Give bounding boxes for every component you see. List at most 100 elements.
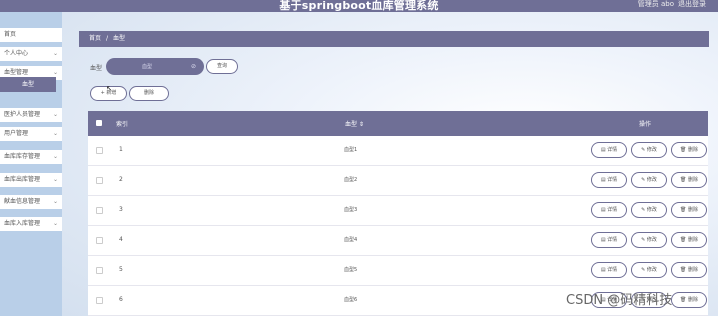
search-button[interactable]: 查询: [206, 59, 238, 74]
detail-button-label: 详情: [607, 177, 618, 183]
sidebar-item-label: 血库入库管理: [4, 220, 41, 227]
row-delete-button[interactable]: 🗑 删除: [671, 292, 707, 308]
edit-button[interactable]: ✎ 修改: [631, 202, 667, 218]
sidebar-item-label: 血型管理: [4, 69, 29, 76]
chevron-down-icon: ⌄: [52, 111, 58, 118]
row-index: 4: [119, 236, 123, 243]
table-row: 2 血型2 ▤ 详情 ✎ 修改 🗑 删除: [88, 166, 708, 196]
row-delete-button-label: 删除: [687, 237, 698, 243]
header-blood-type[interactable]: 血型 ⇕: [345, 119, 364, 128]
detail-button-label: 详情: [607, 237, 618, 243]
sidebar-item-label: 献血信息管理: [4, 198, 41, 205]
header-index: 索引: [116, 121, 129, 128]
row-delete-button[interactable]: 🗑 删除: [671, 232, 707, 248]
sidebar-item-label: 血库库存管理: [4, 153, 41, 160]
sidebar-item-label: 血库出库管理: [4, 176, 41, 183]
mouse-cursor-icon: ↖: [106, 84, 113, 93]
sidebar-subitem-blood-type[interactable]: 血型: [0, 77, 56, 92]
detail-button-label: 详情: [607, 267, 618, 273]
sidebar-item[interactable]: 医护人员管理 ⌄: [0, 108, 62, 122]
row-index: 5: [119, 266, 123, 273]
row-checkbox[interactable]: [96, 237, 103, 244]
sidebar-item[interactable]: 献血信息管理 ⌄: [0, 195, 62, 209]
row-blood-type: 血型1: [344, 147, 358, 153]
breadcrumb: 首页 / 血型: [79, 31, 709, 47]
chevron-down-icon: ⌄: [52, 220, 58, 227]
select-all-checkbox[interactable]: [96, 120, 102, 126]
sidebar-item[interactable]: 用户管理 ⌄: [0, 127, 62, 141]
row-index: 1: [119, 146, 123, 153]
sidebar-item[interactable]: 个人中心 ⌄: [0, 47, 62, 61]
search-input[interactable]: [106, 58, 204, 75]
edit-button[interactable]: ✎ 修改: [631, 172, 667, 188]
row-index: 6: [119, 296, 123, 303]
sidebar-item[interactable]: 血库出库管理 ⌄: [0, 173, 62, 187]
detail-button[interactable]: ▤ 详情: [591, 232, 627, 248]
row-checkbox[interactable]: [96, 177, 103, 184]
row-delete-button[interactable]: 🗑 删除: [671, 142, 707, 158]
search-label: 血型: [90, 65, 103, 72]
delete-icon: 🗑: [680, 177, 688, 183]
row-delete-button-label: 删除: [687, 177, 698, 183]
sidebar-item[interactable]: 首页: [0, 28, 62, 42]
edit-button-label: 修改: [646, 207, 657, 213]
table-row: 4 血型4 ▤ 详情 ✎ 修改 🗑 删除: [88, 226, 708, 256]
row-index: 2: [119, 176, 123, 183]
breadcrumb-separator: /: [106, 35, 109, 42]
breadcrumb-current: 血型: [113, 35, 126, 42]
chevron-down-icon: ⌄: [52, 198, 58, 205]
logout-link[interactable]: 退出登录: [678, 0, 706, 9]
current-user: 管理员 abo: [637, 0, 674, 8]
sidebar-item-label: 用户管理: [4, 130, 29, 137]
clear-icon[interactable]: ⊘: [191, 63, 196, 70]
chevron-down-icon: ⌄: [52, 50, 58, 57]
row-checkbox[interactable]: [96, 207, 103, 214]
row-index: 3: [119, 206, 123, 213]
breadcrumb-home[interactable]: 首页: [89, 35, 101, 42]
chevron-down-icon: ⌄: [52, 176, 58, 183]
delete-icon: 🗑: [680, 237, 688, 243]
row-checkbox[interactable]: [96, 267, 103, 274]
detail-button[interactable]: ▤ 详情: [591, 142, 627, 158]
detail-button[interactable]: ▤ 详情: [591, 262, 627, 278]
edit-button[interactable]: ✎ 修改: [631, 232, 667, 248]
edit-button-label: 修改: [646, 177, 657, 183]
row-blood-type: 血型2: [344, 177, 358, 183]
app-title: 基于springboot血库管理系统: [279, 0, 439, 12]
row-delete-button[interactable]: 🗑 删除: [671, 172, 707, 188]
row-delete-button[interactable]: 🗑 删除: [671, 202, 707, 218]
delete-icon: 🗑: [680, 207, 688, 213]
sidebar-item[interactable]: 血库库存管理 ⌄: [0, 150, 62, 164]
table-row: 3 血型3 ▤ 详情 ✎ 修改 🗑 删除: [88, 196, 708, 226]
delete-icon: 🗑: [680, 267, 688, 273]
detail-button-label: 详情: [607, 147, 618, 153]
row-blood-type: 血型5: [344, 267, 358, 273]
data-table: 索引 血型 ⇕ 操作 1 血型1 ▤ 详情 ✎ 修改 🗑 删除 2 血型2 ▤ 详情 ✎ 修改 🗑…: [88, 111, 708, 316]
chevron-down-icon: ⌄: [52, 153, 58, 160]
table-header: 索引 血型 ⇕ 操作: [88, 111, 708, 136]
delete-button[interactable]: 删除: [129, 86, 169, 101]
delete-icon: 🗑: [680, 147, 688, 153]
row-delete-button-label: 删除: [687, 147, 698, 153]
row-delete-button-label: 删除: [687, 297, 698, 303]
table-row: 1 血型1 ▤ 详情 ✎ 修改 🗑 删除: [88, 136, 708, 166]
sidebar-item[interactable]: 血库入库管理 ⌄: [0, 217, 62, 231]
row-delete-button[interactable]: 🗑 删除: [671, 262, 707, 278]
top-header: 基于springboot血库管理系统 管理员 abo 退出登录: [0, 0, 718, 12]
edit-button[interactable]: ✎ 修改: [631, 262, 667, 278]
detail-button[interactable]: ▤ 详情: [591, 172, 627, 188]
delete-icon: 🗑: [680, 297, 688, 303]
row-blood-type: 血型4: [344, 237, 358, 243]
watermark-text: CSDN @码精科技: [566, 293, 673, 308]
header-operations: 操作: [639, 121, 652, 128]
edit-button-label: 修改: [646, 267, 657, 273]
sidebar-item-label: 首页: [4, 31, 17, 38]
row-checkbox[interactable]: [96, 297, 103, 304]
edit-button[interactable]: ✎ 修改: [631, 142, 667, 158]
detail-button[interactable]: ▤ 详情: [591, 202, 627, 218]
sidebar-item-label: 个人中心: [4, 50, 29, 57]
row-checkbox[interactable]: [96, 147, 103, 154]
edit-button-label: 修改: [646, 147, 657, 153]
row-blood-type: 血型6: [344, 297, 358, 303]
detail-button-label: 详情: [607, 207, 618, 213]
